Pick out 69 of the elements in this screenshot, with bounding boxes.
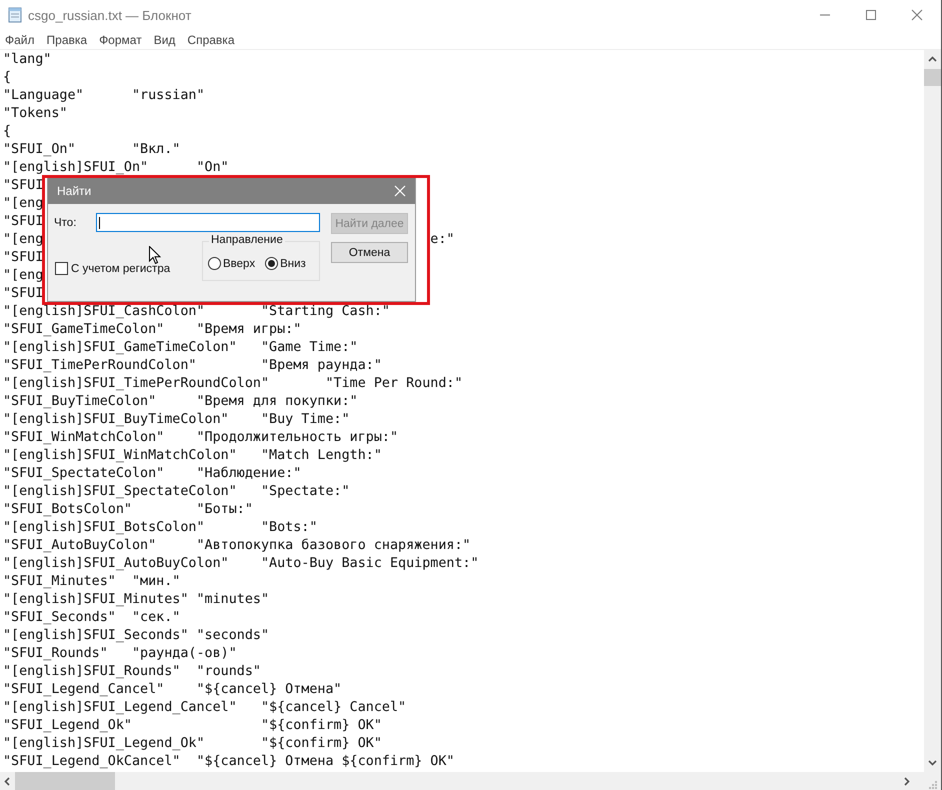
text-line: "Language" "russian" bbox=[3, 88, 205, 103]
text-line: "[english]SFUI_TimePerRoundColon" "Time Per Round:" bbox=[3, 376, 463, 391]
text-line: "SFUI bbox=[3, 250, 44, 265]
text-line: "SFUI bbox=[3, 178, 44, 193]
text-line: "[english]SFUI_BotsColon" "Bots:" bbox=[3, 520, 318, 535]
text-line: "[english]SFUI_WinMatchColon" "Match Length:" bbox=[3, 448, 382, 463]
text-line: "SFUI_AutoBuyColon" "Автопокупка базового снаряжения:" bbox=[3, 538, 471, 553]
text-line: "[english]SFUI_Minutes" "minutes" bbox=[3, 592, 270, 607]
text-line: "SFUI_BuyTimeColon" "Время для покупки:" bbox=[3, 394, 358, 409]
text-line: "[eng bbox=[3, 196, 44, 211]
text-line: "[english]SFUI_Legend_Ok" "${confirm} OK" bbox=[3, 736, 382, 751]
text-line: "[english]SFUI_BuyTimeColon" "Buy Time:" bbox=[3, 412, 350, 427]
text-line: "[english]SFUI_Rounds" "rounds" bbox=[3, 664, 261, 679]
text-line: "SFUI bbox=[3, 286, 44, 301]
scrollbar-thumb[interactable] bbox=[15, 772, 115, 790]
text-line: "Tokens" bbox=[3, 106, 68, 121]
text-line: e:" bbox=[430, 231, 454, 249]
radio-button[interactable] bbox=[208, 257, 221, 270]
text-line: "[eng bbox=[3, 268, 44, 283]
radio-button[interactable] bbox=[265, 257, 278, 270]
text-line: { bbox=[3, 70, 12, 85]
group-label: Направление bbox=[209, 234, 285, 246]
cancel-button[interactable]: Отмена bbox=[331, 242, 408, 263]
find-input-field[interactable] bbox=[96, 213, 320, 232]
scroll-left-icon[interactable] bbox=[4, 776, 10, 786]
text-line: "[english]SFUI_On" "On" bbox=[3, 160, 229, 175]
text-line: "SFUI_Minutes" "мин." bbox=[3, 574, 180, 589]
text-line: "[english]SFUI_Seconds" "seconds" bbox=[3, 628, 270, 643]
scroll-right-icon[interactable] bbox=[904, 776, 910, 786]
scrollbar-thumb[interactable] bbox=[924, 69, 941, 86]
text-line: "[english]SFUI_Legend_Cancel" "${cancel} Cancel" bbox=[3, 700, 406, 715]
text-line: { bbox=[3, 124, 12, 139]
text-line: "SFUI_Legend_OkCancel" "${cancel} Отмена ${confirm} OK" bbox=[3, 754, 454, 769]
menu-item[interactable]: Правка bbox=[46, 32, 88, 46]
menu-item[interactable]: Формат bbox=[99, 32, 142, 46]
text-line: "SFUI_WinMatchColon" "Продолжительность игры:" bbox=[3, 430, 398, 445]
text-line: "SFUI_Legend_Cancel" "${cancel} Отмена" bbox=[3, 682, 342, 697]
radio-label: Вниз bbox=[280, 258, 306, 270]
window-title: csgo_russian.txt — Блокнот bbox=[28, 8, 192, 22]
text-line: "[english]SFUI_AutoBuyColon" "Auto-Buy Basic Equipment:" bbox=[3, 556, 479, 571]
text-line: "SFUI_On" "Вкл." bbox=[3, 142, 180, 157]
checkbox-label: С учетом регистра bbox=[71, 262, 170, 274]
maximize-icon[interactable] bbox=[865, 9, 877, 21]
text-line: "SFUI_Seconds" "сек." bbox=[3, 610, 180, 625]
scroll-up-icon[interactable] bbox=[928, 56, 937, 62]
text-line: "SFUI_Rounds" "раунда(-ов)" bbox=[3, 646, 237, 661]
text-line: "[english]SFUI_CashColon" "Starting Cash:" bbox=[3, 304, 390, 319]
mouse-pointer-icon bbox=[149, 246, 161, 265]
radio-label: Вверх bbox=[223, 258, 256, 270]
notepad-icon bbox=[8, 7, 22, 23]
menu-item[interactable]: Справка bbox=[187, 32, 234, 46]
text-line: "SFUI_GameTimeColon" "Время игры:" bbox=[3, 322, 302, 337]
resize-grip-icon[interactable] bbox=[928, 780, 938, 790]
close-icon[interactable] bbox=[911, 9, 923, 21]
menu-item[interactable]: Вид bbox=[154, 32, 176, 46]
text-line: "SFUI_TimePerRoundColon" "Время раунда:" bbox=[3, 358, 382, 373]
text-line: "SFUI_BotsColon" "Боты:" bbox=[3, 502, 253, 517]
field-label: Что: bbox=[54, 216, 76, 228]
dialog-title: Найти bbox=[57, 184, 92, 198]
checkbox[interactable] bbox=[55, 262, 68, 275]
text-line: "[english]SFUI_GameTimeColon" "Game Time:" bbox=[3, 340, 358, 355]
menu-item[interactable]: Файл bbox=[5, 32, 35, 46]
text-line: "SFUI_SpectateColon" "Наблюдение:" bbox=[3, 466, 302, 481]
text-line: "[english]SFUI_SpectateColon" "Spectate:" bbox=[3, 484, 350, 499]
text-line: "[eng bbox=[3, 231, 44, 249]
text-line: "SFUI_Legend_Ok" "${confirm} OK" bbox=[3, 718, 382, 733]
text-line: "lang" bbox=[3, 52, 52, 67]
scroll-down-icon[interactable] bbox=[928, 760, 937, 766]
text-line: "SFUI bbox=[3, 214, 44, 229]
